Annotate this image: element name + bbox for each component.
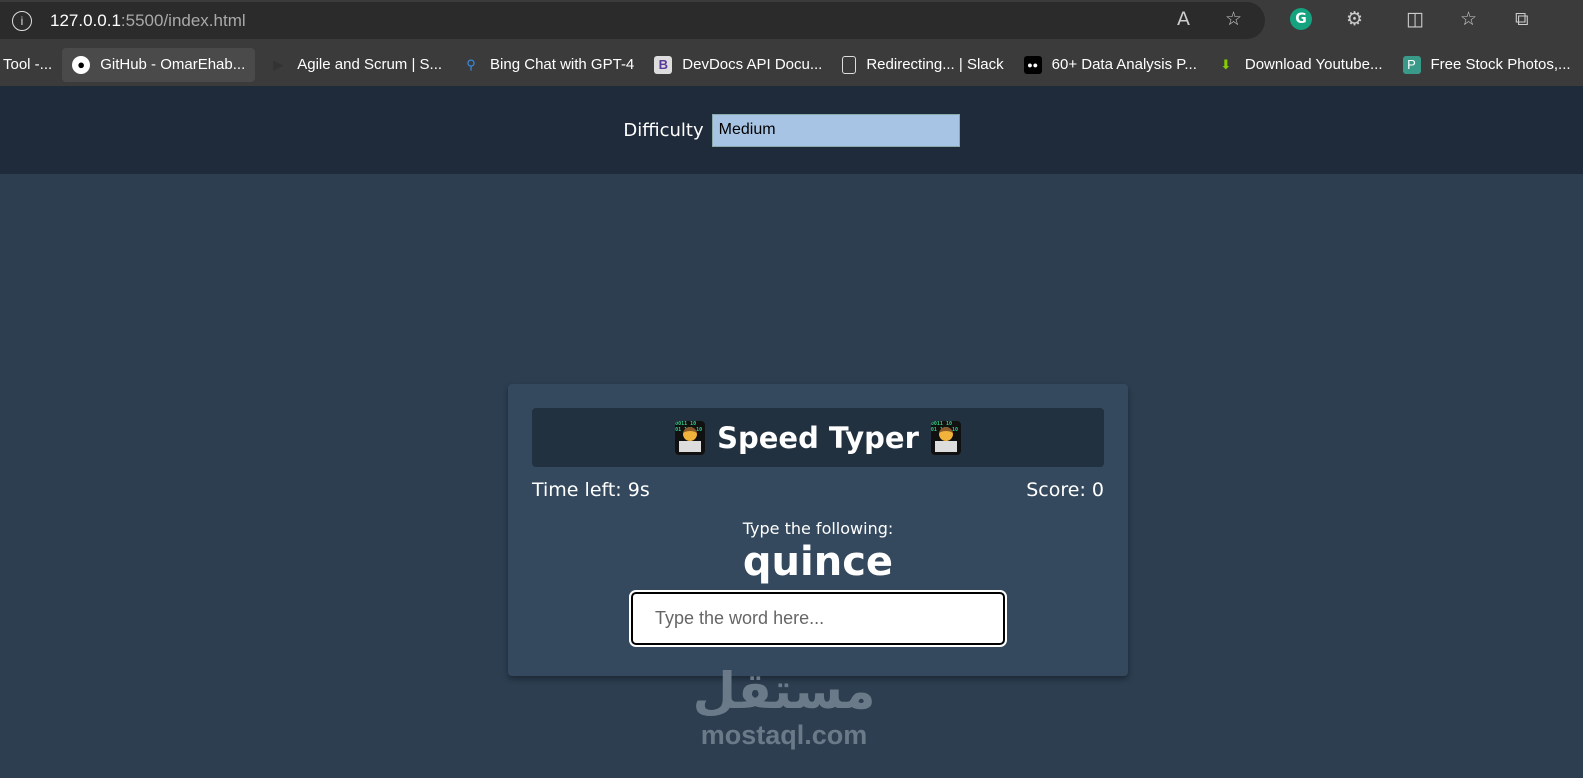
bookmark-pexels[interactable]: P Free Stock Photos,... xyxy=(1393,48,1581,82)
search-icon: ⚲ xyxy=(466,56,476,72)
medium-icon: ●● xyxy=(1023,55,1042,74)
collections-icon[interactable]: ⧉ xyxy=(1515,8,1529,30)
bookmark-label: Download Youtube... xyxy=(1244,56,1383,73)
download-icon: ⬇ xyxy=(1220,56,1232,72)
bookmark-label: Bing Chat with GPT-4 xyxy=(490,56,635,73)
github-icon: ● xyxy=(72,55,91,74)
bookmark-label: 60+ Data Analysis P... xyxy=(1051,56,1197,73)
extensions-icon[interactable]: ⚙ xyxy=(1346,8,1363,30)
address-bar[interactable]: i 127.0.0.1:5500/index.html xyxy=(0,2,1265,39)
difficulty-label: Difficulty xyxy=(623,119,704,141)
bookmark-tool[interactable]: Tool -... xyxy=(0,48,62,82)
bookmark-medium[interactable]: ●● 60+ Data Analysis P... xyxy=(1014,48,1207,82)
game-title: Speed Typer xyxy=(717,420,919,455)
browser-toolbar: i 127.0.0.1:5500/index.html A ☆ G ⚙ ◫ ☆ … xyxy=(0,0,1583,43)
prompt-text: Type the following: xyxy=(742,519,894,538)
grammarly-icon[interactable]: G xyxy=(1290,8,1312,30)
time-left: Time left: 9s xyxy=(532,479,650,501)
mostaql-watermark: مستقل mostaql.com xyxy=(686,662,882,750)
stats-row: Time left: 9s Score: 0 xyxy=(532,479,1104,501)
word-input[interactable] xyxy=(629,590,1007,647)
technologist-emoji-icon: 0011 10 01 101 10 xyxy=(675,420,706,455)
bookmark-label: Free Stock Photos,... xyxy=(1430,56,1571,73)
settings-bar: Difficulty Medium xyxy=(0,86,1583,174)
watermark-latin: mostaql.com xyxy=(700,720,868,750)
favorite-star-icon[interactable]: ☆ xyxy=(1225,8,1242,30)
pexels-icon: P xyxy=(1402,55,1421,74)
bookmark-label: Agile and Scrum | S... xyxy=(297,56,443,73)
bookmark-devdocs[interactable]: B DevDocs API Docu... xyxy=(644,48,832,82)
split-screen-icon[interactable]: ◫ xyxy=(1406,8,1424,30)
devdocs-icon: B xyxy=(654,55,673,74)
game-title-bar: 0011 10 01 101 10 Speed Typer 0011 10 01… xyxy=(532,408,1104,467)
play-icon: ▶ xyxy=(273,56,284,72)
page-icon xyxy=(842,55,857,74)
watermark-arabic: مستقل xyxy=(692,662,876,720)
bookmark-label: DevDocs API Docu... xyxy=(682,56,823,73)
bookmark-github[interactable]: ● GitHub - OmarEhab... xyxy=(62,47,256,82)
favorites-icon[interactable]: ☆ xyxy=(1460,8,1477,30)
bookmark-bing[interactable]: ⚲ Bing Chat with GPT-4 xyxy=(452,48,644,82)
difficulty-select[interactable]: Medium xyxy=(711,113,960,147)
read-aloud-icon[interactable]: A xyxy=(1177,8,1190,30)
bookmark-youtube-download[interactable]: ⬇ Download Youtube... xyxy=(1207,48,1393,82)
bookmarks-bar: Tool -... ● GitHub - OmarEhab... ▶ Agile a… xyxy=(0,43,1583,86)
info-icon[interactable]: i xyxy=(12,10,32,31)
technologist-emoji-icon: 0011 10 01 101 10 xyxy=(930,420,961,455)
url-host: 127.0.0.1 xyxy=(50,10,121,30)
bookmark-slack[interactable]: Redirecting... | Slack xyxy=(832,48,1013,82)
url-path: :5500/index.html xyxy=(120,10,246,30)
game-card: 0011 10 01 101 10 Speed Typer 0011 10 01… xyxy=(508,384,1128,676)
bookmark-agile[interactable]: ▶ Agile and Scrum | S... xyxy=(259,48,452,82)
score: Score: 0 xyxy=(1026,479,1104,501)
bookmark-label: Redirecting... | Slack xyxy=(866,56,1004,73)
bookmark-label: GitHub - OmarEhab... xyxy=(100,56,246,73)
target-word: quince xyxy=(742,539,894,585)
bookmark-label: Tool -... xyxy=(3,56,53,73)
